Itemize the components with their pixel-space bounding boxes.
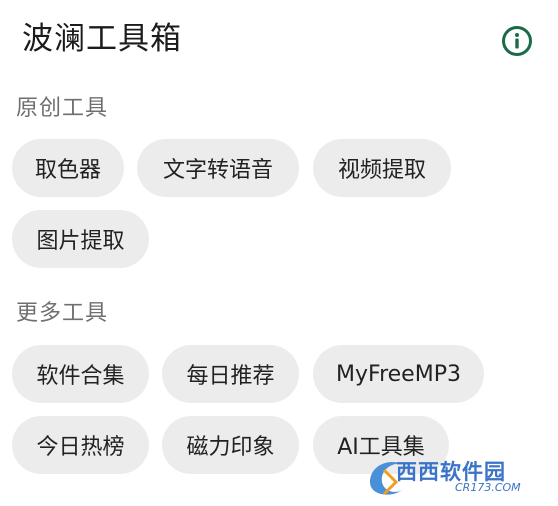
- chip-color-picker[interactable]: 取色器: [12, 139, 124, 197]
- app-header: 波澜工具箱: [0, 0, 558, 82]
- chip-image-extract[interactable]: 图片提取: [12, 210, 149, 268]
- watermark-subtext: CR173.COM: [455, 481, 521, 494]
- info-icon: [502, 26, 532, 56]
- chip-myfreemp3[interactable]: MyFreeMP3: [313, 345, 484, 403]
- chip-magnet-impression[interactable]: 磁力印象: [162, 416, 299, 474]
- chip-text-to-speech[interactable]: 文字转语音: [137, 139, 299, 197]
- chip-video-extract[interactable]: 视频提取: [313, 139, 451, 197]
- app-title: 波澜工具箱: [22, 21, 182, 57]
- chip-daily-recommend[interactable]: 每日推荐: [162, 345, 299, 403]
- section-title-more-tools: 更多工具: [16, 301, 109, 326]
- chip-today-hot-list[interactable]: 今日热榜: [12, 416, 149, 474]
- section-title-original-tools: 原创工具: [16, 96, 109, 121]
- chip-software-collection[interactable]: 软件合集: [12, 345, 149, 403]
- info-button[interactable]: [500, 24, 534, 58]
